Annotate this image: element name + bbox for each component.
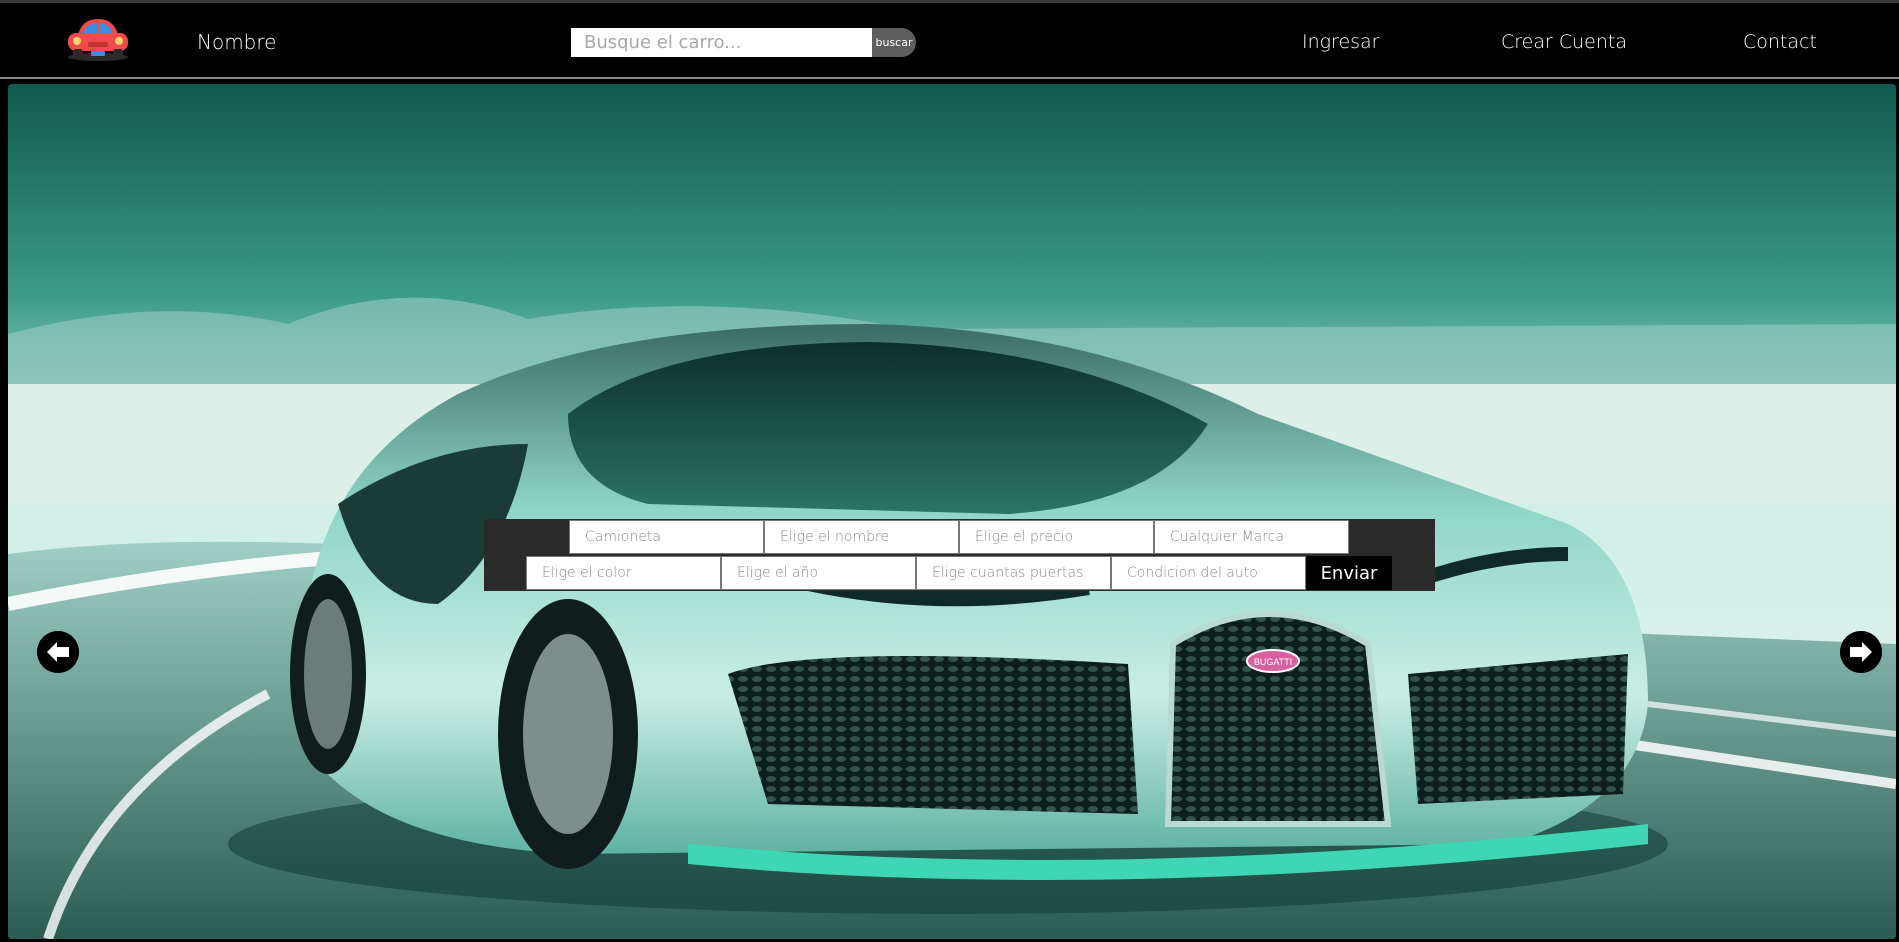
- color-field[interactable]: [526, 556, 721, 590]
- carousel-prev-button[interactable]: [37, 631, 79, 673]
- name-field[interactable]: [764, 520, 959, 554]
- car-icon[interactable]: [64, 13, 132, 65]
- login-link[interactable]: Ingresar: [1302, 30, 1379, 54]
- brand-name[interactable]: Nombre: [197, 30, 276, 54]
- arrow-left-icon: [37, 631, 79, 673]
- search-button[interactable]: buscar: [872, 28, 916, 57]
- carousel-next-button[interactable]: [1840, 631, 1882, 673]
- brand-field[interactable]: [1154, 520, 1349, 554]
- hero-car-image: BUGATTI: [8, 84, 1896, 939]
- arrow-right-icon: [1840, 631, 1882, 673]
- search-input[interactable]: [571, 28, 873, 57]
- car-badge-text: BUGATTI: [1254, 657, 1292, 667]
- year-field[interactable]: [721, 556, 916, 590]
- doors-field[interactable]: [916, 556, 1111, 590]
- car-filter-form: Enviar: [484, 519, 1435, 591]
- condition-field[interactable]: [1111, 556, 1306, 590]
- vehicle-type-field[interactable]: [569, 520, 764, 554]
- contact-link[interactable]: Contact: [1743, 30, 1817, 54]
- hero-carousel: BUGATTI Enviar: [8, 84, 1896, 939]
- top-navbar: Nombre buscar Ingresar Crear Cuenta Cont…: [0, 0, 1899, 79]
- price-field[interactable]: [959, 520, 1154, 554]
- submit-button[interactable]: Enviar: [1306, 556, 1392, 590]
- signup-link[interactable]: Crear Cuenta: [1501, 30, 1627, 54]
